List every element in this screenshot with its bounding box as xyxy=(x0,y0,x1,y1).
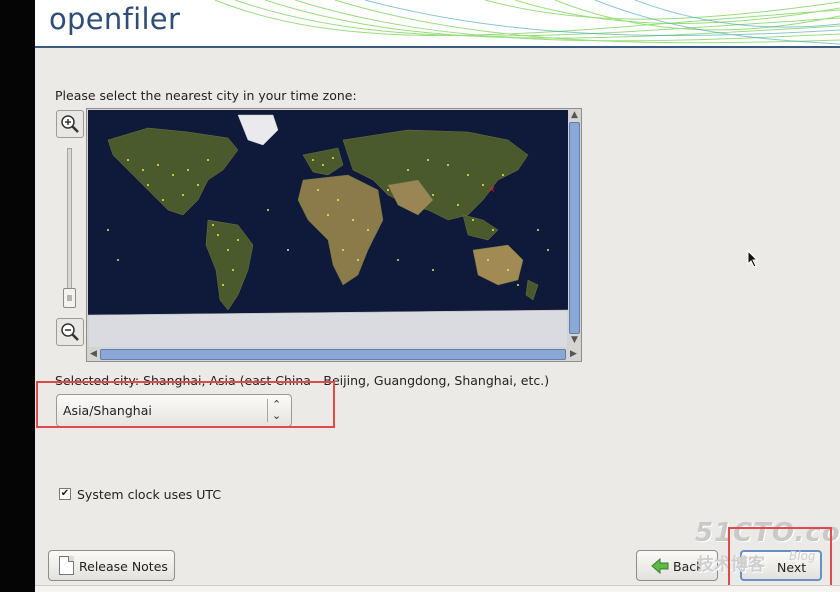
zoom-in-icon xyxy=(61,115,79,133)
scroll-right-icon[interactable]: ▶ xyxy=(567,348,580,361)
installer-window: openfiler Please select the nearest city… xyxy=(35,0,840,592)
annotation-box-timezone xyxy=(36,381,335,428)
scroll-up-icon[interactable]: ▲ xyxy=(568,109,581,122)
utc-checkbox-label[interactable]: System clock uses UTC xyxy=(77,487,221,502)
timezone-prompt: Please select the nearest city in your t… xyxy=(55,88,357,103)
header-divider xyxy=(35,46,840,48)
map-horizontal-scroll-thumb[interactable] xyxy=(100,349,566,360)
utc-checkbox[interactable]: ✔ xyxy=(59,488,71,500)
world-map-panel: × ▲ ▼ ◀ ▶ xyxy=(86,108,582,362)
selected-city-marker: × xyxy=(488,185,496,195)
document-icon xyxy=(59,556,74,575)
left-edge-bar xyxy=(0,0,35,592)
grip-icon xyxy=(67,295,72,301)
release-notes-button[interactable]: Release Notes xyxy=(48,550,175,581)
zoom-out-button[interactable] xyxy=(56,318,84,346)
map-vertical-scroll-thumb[interactable] xyxy=(569,122,580,334)
zoom-out-icon xyxy=(61,323,79,341)
zoom-slider-track[interactable] xyxy=(67,148,72,308)
world-map[interactable]: × xyxy=(88,110,568,348)
release-notes-label: Release Notes xyxy=(79,559,168,574)
mouse-pointer-icon xyxy=(747,250,759,268)
map-vertical-scrollbar[interactable]: ▲ ▼ xyxy=(568,109,581,347)
bottom-edge-strip xyxy=(35,585,840,592)
openfiler-logo: openfiler xyxy=(49,2,181,36)
scroll-down-icon[interactable]: ▼ xyxy=(568,334,581,347)
zoom-slider-handle[interactable] xyxy=(63,288,76,308)
back-arrow-icon xyxy=(651,558,669,574)
zoom-in-button[interactable] xyxy=(56,110,84,138)
check-icon: ✔ xyxy=(60,488,70,499)
annotation-box-next xyxy=(728,527,832,592)
header-banner: openfiler xyxy=(35,0,840,48)
map-horizontal-scrollbar[interactable]: ◀ ▶ xyxy=(87,348,581,361)
scroll-left-icon[interactable]: ◀ xyxy=(87,348,100,361)
